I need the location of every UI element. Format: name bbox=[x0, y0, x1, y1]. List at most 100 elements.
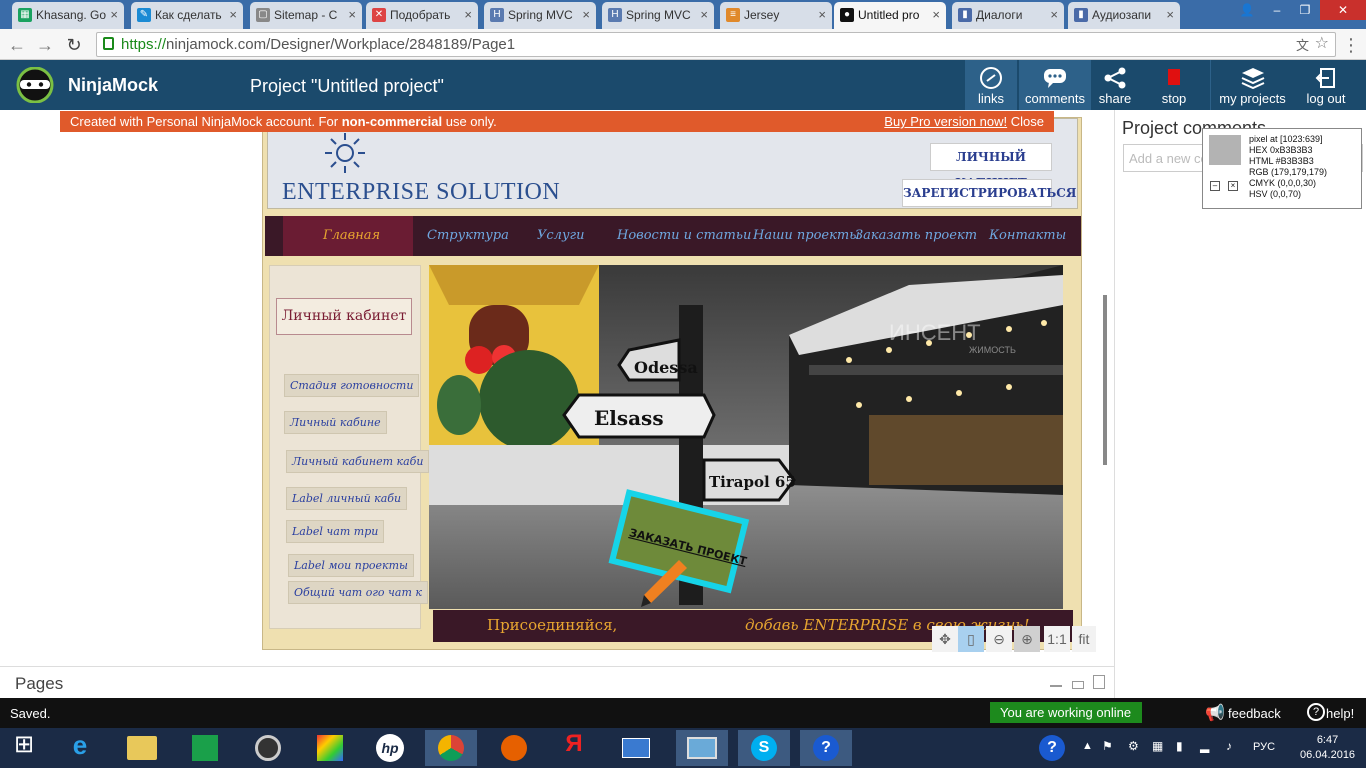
browser-tab[interactable]: ▮ Аудиозапи × bbox=[1068, 2, 1180, 29]
mockup-nav-news[interactable]: Новости и статьи bbox=[617, 228, 751, 243]
tab-close-icon[interactable]: × bbox=[464, 7, 472, 22]
minimize-popup-icon[interactable]: – bbox=[1210, 181, 1220, 191]
minimize-button[interactable]: – bbox=[1262, 0, 1292, 20]
close-popup-icon[interactable]: × bbox=[1228, 181, 1238, 191]
feedback-link[interactable]: feedback bbox=[1228, 706, 1281, 721]
star-icon[interactable]: ☆ bbox=[1315, 33, 1329, 53]
browser-tab[interactable]: H Spring MVC × bbox=[484, 2, 596, 29]
tray-volume-icon[interactable]: ♪ bbox=[1226, 739, 1232, 753]
skype-icon[interactable]: S bbox=[738, 730, 790, 766]
mockup-register-button[interactable]: ЗАРЕГИСТРИРОВАТЬСЯ bbox=[902, 179, 1076, 207]
maximize-button[interactable]: ❐ bbox=[1290, 0, 1320, 20]
browser-tab[interactable]: ✕ Подобрать × bbox=[366, 2, 478, 29]
mockup-cabinet-button[interactable]: ЛИЧНЫЙ КАБИНЕТ bbox=[930, 143, 1052, 190]
translate-icon[interactable]: 文 bbox=[1296, 35, 1309, 54]
tab-close-icon[interactable]: × bbox=[582, 7, 590, 22]
back-icon[interactable]: ← bbox=[6, 34, 28, 56]
tab-close-icon[interactable]: × bbox=[818, 7, 826, 22]
list-view-icon[interactable] bbox=[1072, 681, 1084, 689]
windows-start-icon[interactable]: ⊞ bbox=[2, 730, 46, 766]
chrome-icon[interactable] bbox=[425, 730, 477, 766]
tray-expand-icon[interactable]: ▲ bbox=[1082, 740, 1093, 752]
mockup-nav-services[interactable]: Услуги bbox=[537, 228, 584, 243]
zoom-in-icon[interactable]: ⊕ bbox=[1014, 626, 1040, 652]
zoom-1-to-1-button[interactable]: 1:1 bbox=[1044, 626, 1070, 652]
mockup-side-title[interactable]: Личный кабинет bbox=[276, 298, 412, 335]
tray-network-icon[interactable]: ⚙ bbox=[1128, 739, 1139, 753]
mockup-side-item[interactable]: Label чат три bbox=[286, 520, 385, 543]
tray-flag-icon[interactable]: ⚑ bbox=[1102, 739, 1113, 753]
mockup-nav-home[interactable]: Главная bbox=[323, 228, 380, 243]
browser-tab[interactable]: ▦ Khasang. Go × bbox=[12, 2, 124, 29]
tab-close-icon[interactable]: × bbox=[229, 7, 237, 22]
camera-app-icon[interactable] bbox=[246, 730, 290, 766]
photos-icon[interactable] bbox=[676, 730, 728, 766]
firefox-icon[interactable] bbox=[492, 730, 536, 766]
notice-close-link[interactable]: Close bbox=[1011, 114, 1044, 129]
comments-button[interactable]: comments bbox=[1019, 60, 1091, 110]
device-icon[interactable]: ▯ bbox=[958, 626, 984, 652]
tray-clock[interactable]: 6:47 06.04.2016 bbox=[1300, 733, 1355, 763]
my-projects-button[interactable]: my projects bbox=[1210, 60, 1294, 110]
tab-close-icon[interactable]: × bbox=[348, 7, 356, 22]
menu-icon[interactable]: ⋮ bbox=[1340, 34, 1362, 56]
browser-tab[interactable]: ✎ Как сделать × bbox=[131, 2, 243, 29]
mockup-side-item[interactable]: Личный кабинет каби bbox=[286, 450, 430, 473]
tab-close-icon[interactable]: × bbox=[700, 7, 708, 22]
browser-tab[interactable]: ▢ Sitemap - C × bbox=[250, 2, 362, 29]
mockup-side-item[interactable]: Стадия готовности bbox=[284, 374, 420, 397]
address-bar[interactable]: https://ninjamock.com/Designer/Workplace… bbox=[96, 32, 1336, 57]
mockup-nav-structure[interactable]: Структура bbox=[427, 228, 509, 243]
mockup-side-item[interactable]: Общий чат ого чат к bbox=[288, 581, 428, 604]
zoom-out-icon[interactable]: ⊖ bbox=[986, 626, 1012, 652]
stop-button[interactable]: stop bbox=[1150, 60, 1198, 110]
mail-icon[interactable] bbox=[614, 730, 658, 766]
links-button[interactable]: links bbox=[965, 60, 1017, 110]
grid-view-icon[interactable] bbox=[1093, 675, 1105, 689]
mockup-nav: Главная Структура Услуги Новости и стать… bbox=[265, 216, 1081, 256]
mockup-canvas[interactable]: ENTERPRISE SOLUTION ЛИЧНЫЙ КАБИНЕТ ЗАРЕГ… bbox=[262, 117, 1082, 650]
help-link[interactable]: help! bbox=[1326, 706, 1354, 721]
tray-date: 06.04.2016 bbox=[1300, 749, 1356, 761]
reload-icon[interactable]: ↻ bbox=[63, 34, 85, 56]
share-button[interactable]: share bbox=[1093, 60, 1137, 110]
mockup-side-item[interactable]: Label личный каби bbox=[286, 487, 408, 510]
tab-close-icon[interactable]: × bbox=[110, 7, 118, 22]
pan-icon[interactable]: ✥ bbox=[932, 626, 958, 652]
mockup-side-item[interactable]: Label мои проекты bbox=[288, 554, 414, 577]
mockup-nav-contacts[interactable]: Контакты bbox=[989, 228, 1066, 243]
tray-language[interactable]: РУС bbox=[1253, 741, 1275, 753]
browser-tab[interactable]: ≡ Jersey × bbox=[720, 2, 832, 29]
collapse-pages-icon[interactable] bbox=[1050, 685, 1062, 687]
zoom-fit-button[interactable]: fit bbox=[1072, 626, 1096, 652]
tray-signal-icon[interactable]: ▂ bbox=[1200, 739, 1209, 753]
help-icon: ? bbox=[1307, 703, 1325, 721]
mockup-nav-order[interactable]: Заказать проект bbox=[855, 228, 977, 243]
help-app-icon[interactable]: ? bbox=[800, 730, 852, 766]
buy-pro-link[interactable]: Buy Pro version now! bbox=[884, 114, 1007, 129]
tab-close-icon[interactable]: × bbox=[932, 7, 940, 22]
tray-battery-icon[interactable]: ▮ bbox=[1176, 739, 1183, 753]
browser-tab[interactable]: ● Untitled pro × bbox=[834, 2, 946, 29]
browser-tab[interactable]: H Spring MVC × bbox=[602, 2, 714, 29]
user-icon[interactable]: 👤 bbox=[1232, 0, 1262, 20]
browser-tab[interactable]: ▮ Диалоги × bbox=[952, 2, 1064, 29]
tab-close-icon[interactable]: × bbox=[1050, 7, 1058, 22]
store-icon[interactable] bbox=[183, 730, 227, 766]
canvas-scrollbar[interactable] bbox=[1103, 295, 1107, 465]
hp-icon[interactable]: hp bbox=[368, 730, 412, 766]
yandex-icon[interactable]: Я bbox=[552, 730, 596, 766]
tray-help-icon[interactable]: ? bbox=[1030, 730, 1074, 766]
ie-icon[interactable]: e bbox=[58, 730, 102, 766]
tab-close-icon[interactable]: × bbox=[1166, 7, 1174, 22]
mockup-side-item[interactable]: Личный кабине bbox=[284, 411, 387, 434]
paint-app-icon[interactable] bbox=[308, 730, 352, 766]
file-explorer-icon[interactable] bbox=[120, 730, 164, 766]
close-window-button[interactable]: ✕ bbox=[1320, 0, 1366, 20]
tray-wifi-icon[interactable]: ▦ bbox=[1152, 739, 1163, 753]
log-out-button[interactable]: log out bbox=[1298, 60, 1354, 110]
online-status-badge: You are working online bbox=[990, 702, 1142, 723]
forward-icon[interactable]: → bbox=[34, 34, 56, 56]
pages-bar[interactable]: Pages bbox=[0, 666, 1114, 698]
mockup-nav-projects[interactable]: Наши проекты bbox=[753, 228, 860, 243]
